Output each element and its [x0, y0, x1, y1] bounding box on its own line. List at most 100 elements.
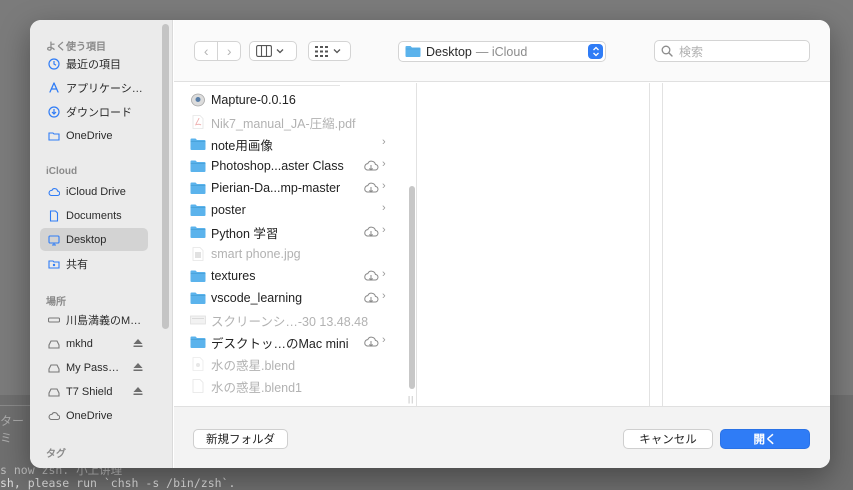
document-icon	[190, 379, 206, 393]
drive-icon	[48, 338, 60, 350]
eject-icon[interactable]	[132, 385, 144, 397]
partial-row	[190, 83, 340, 86]
sidebar-section-favorites: よく使う項目	[46, 42, 106, 53]
columns-view-icon	[256, 45, 272, 57]
blend-file-icon	[190, 357, 206, 371]
location-popup[interactable]: Desktop — iCloud	[398, 41, 606, 62]
sidebar-item-onedrive[interactable]: OneDrive	[40, 124, 148, 147]
file-row[interactable]: Mapture-0.0.16	[190, 89, 390, 111]
file-row[interactable]: Photoshop...aster Class ›	[190, 155, 390, 177]
sidebar-item-label: ダウンロード	[66, 106, 132, 119]
file-row[interactable]: vscode_learning ›	[190, 287, 390, 309]
sidebar-item-computer[interactable]: 川島満義のM…	[40, 308, 148, 331]
drive-icon	[48, 386, 60, 398]
back-button[interactable]: ‹	[195, 42, 217, 60]
toolbar: ‹ › Desktop — iCloud 検索	[174, 20, 830, 82]
cloud-download-icon[interactable]	[363, 225, 379, 239]
chevron-right-icon: ›	[382, 180, 386, 192]
sidebar-item-desktop[interactable]: Desktop	[40, 228, 148, 251]
file-row[interactable]: note用画像 ›	[190, 133, 390, 155]
folder-icon	[190, 335, 206, 349]
sidebar: よく使う項目 最近の項目 アプリケーシ… ダウンロード OneDrive iCl…	[30, 20, 173, 468]
document-icon	[48, 209, 60, 222]
file-name: スクリーンシ…-30 13.48.48	[211, 314, 369, 329]
sidebar-item-shared[interactable]: 共有	[40, 252, 148, 275]
file-name: note用画像	[211, 138, 273, 153]
forward-button[interactable]: ›	[217, 42, 240, 60]
sidebar-item-onedrive-location[interactable]: OneDrive	[40, 404, 148, 427]
chevron-down-icon	[276, 49, 284, 54]
sidebar-section-icloud: iCloud	[46, 166, 78, 177]
file-name: Photoshop...aster Class	[211, 159, 344, 173]
column-resize-handle[interactable]: ||	[408, 395, 414, 404]
file-row[interactable]: textures ›	[190, 265, 390, 287]
eject-icon[interactable]	[132, 361, 144, 373]
sidebar-item-my-passport[interactable]: My Pass…	[40, 356, 148, 379]
chevron-right-icon: ›	[382, 290, 386, 302]
pdf-icon	[190, 115, 206, 129]
chevron-right-icon: ›	[382, 136, 386, 148]
file-row: 水の惑星.blend	[190, 353, 390, 375]
cloud-download-icon[interactable]	[363, 181, 379, 195]
group-by-button[interactable]	[308, 41, 351, 61]
file-name: poster	[211, 203, 246, 217]
screenshot-icon	[190, 313, 206, 327]
file-row[interactable]: デスクトッ…のMac mini ›	[190, 331, 390, 353]
sidebar-item-label: OneDrive	[66, 129, 113, 142]
column-scrollbar[interactable]	[409, 186, 415, 389]
sidebar-item-downloads[interactable]: ダウンロード	[40, 100, 148, 123]
chevron-left-icon: ‹	[203, 43, 209, 59]
cloud-download-icon[interactable]	[363, 159, 379, 173]
download-icon	[48, 105, 60, 118]
folder-icon	[48, 130, 60, 142]
sidebar-scrollbar[interactable]	[162, 24, 169, 329]
applications-icon	[48, 81, 60, 94]
file-name: vscode_learning	[211, 291, 303, 305]
sidebar-item-label: My Pass…	[66, 361, 120, 374]
sidebar-item-icloud-drive[interactable]: iCloud Drive	[40, 180, 148, 203]
sidebar-item-mkhd[interactable]: mkhd	[40, 332, 148, 355]
chevron-right-icon: ›	[382, 334, 386, 346]
cancel-button[interactable]: キャンセル	[623, 429, 713, 449]
folder-icon	[190, 269, 206, 283]
search-field[interactable]: 検索	[654, 40, 810, 62]
open-button[interactable]: 開く	[720, 429, 810, 449]
file-row[interactable]: Pierian-Da...mp-master ›	[190, 177, 390, 199]
column-browser: Mapture-0.0.16 Nik7_manual_JA-圧縮.pdf note用…	[174, 83, 830, 406]
file-row[interactable]: poster ›	[190, 199, 390, 221]
location-stepper[interactable]	[588, 44, 603, 59]
cloud-download-icon[interactable]	[363, 269, 379, 283]
sidebar-item-label: OneDrive	[66, 409, 113, 422]
view-mode-button[interactable]	[249, 41, 297, 61]
cloud-download-icon[interactable]	[363, 291, 379, 305]
sidebar-item-documents[interactable]: Documents	[40, 204, 148, 227]
sidebar-item-t7-shield[interactable]: T7 Shield	[40, 380, 148, 403]
location-subtitle: — iCloud	[475, 44, 528, 59]
navigation-buttons: ‹ ›	[194, 41, 241, 61]
sidebar-section-tags: タグ	[46, 449, 66, 460]
file-row[interactable]: Python 学習 ›	[190, 221, 390, 243]
chevron-right-icon: ›	[382, 158, 386, 170]
chevron-down-icon	[333, 49, 341, 54]
eject-icon[interactable]	[132, 337, 144, 349]
image-icon	[190, 247, 206, 261]
location-name: Desktop	[426, 44, 472, 59]
cloud-download-icon[interactable]	[363, 335, 379, 349]
sidebar-item-label: 最近の項目	[66, 58, 121, 71]
sidebar-item-applications[interactable]: アプリケーシ…	[40, 76, 148, 99]
sidebar-item-recents[interactable]: 最近の項目	[40, 52, 148, 75]
empty-column	[650, 83, 663, 406]
file-column: Mapture-0.0.16 Nik7_manual_JA-圧縮.pdf note用…	[174, 83, 417, 406]
sidebar-item-label: Desktop	[66, 233, 107, 246]
sidebar-item-label: アプリケーシ…	[66, 82, 143, 95]
new-folder-button[interactable]: 新規フォルダ	[193, 429, 288, 449]
folder-icon	[190, 181, 206, 195]
sidebar-item-label: mkhd	[66, 337, 93, 350]
sidebar-section-locations: 場所	[46, 297, 66, 308]
file-row: 水の惑星.blend1	[190, 375, 390, 397]
terminal-line: sh, please run `chsh -s /bin/zsh`.	[0, 476, 236, 490]
clock-icon	[48, 57, 60, 70]
file-name: Pierian-Da...mp-master	[211, 181, 341, 195]
file-name: textures	[211, 269, 256, 283]
folder-icon	[190, 291, 206, 305]
